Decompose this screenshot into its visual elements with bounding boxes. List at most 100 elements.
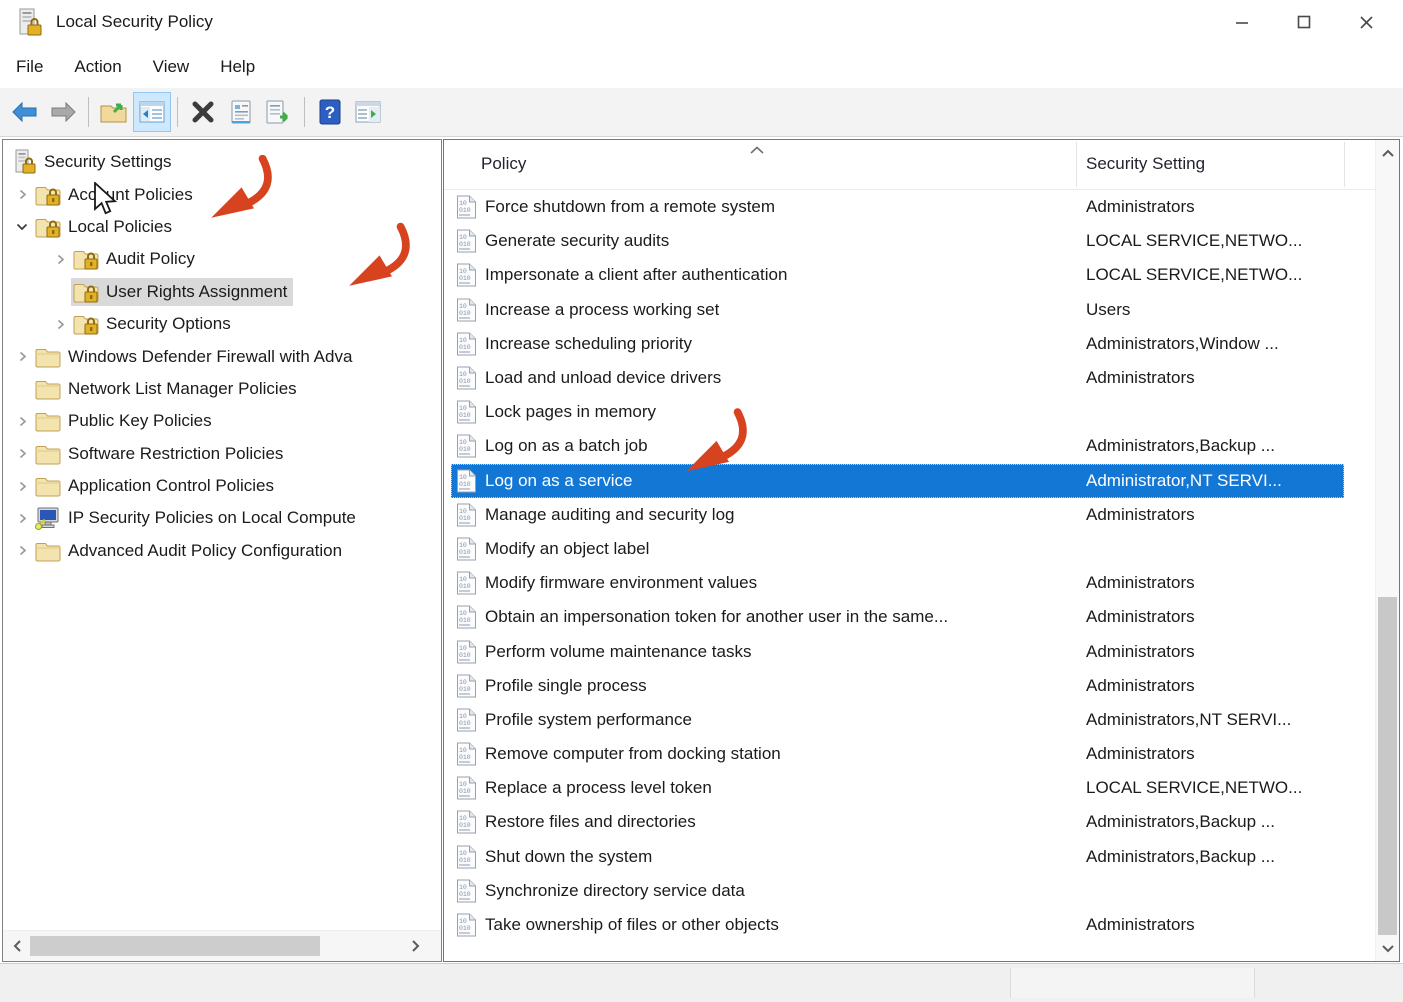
tree-item-ip-security-policies-on-local-compute[interactable]: IP Security Policies on Local Compute [3,502,441,534]
list-row-log-on-as-a-service[interactable]: 10 010 Log on as a service Administrator,NT… [451,463,1344,498]
show-console-tree-button[interactable] [133,92,171,132]
tree-item-network-list-manager-policies[interactable]: Network List Manager Policies [3,373,441,405]
console-body: Security Settings Account Policies Local P… [0,138,1403,963]
tree-item-public-key-policies[interactable]: Public Key Policies [3,405,441,437]
svg-text:010: 010 [459,720,471,727]
tree-item-security-options[interactable]: Security Options [3,308,441,340]
chevron-right-icon[interactable] [11,481,33,492]
list-row-synchronize-directory-service-data[interactable]: 10 010 Synchronize directory service data [451,874,1344,908]
list-row-lock-pages-in-memory[interactable]: 10 010 Lock pages in memory [451,395,1344,429]
tree-item-security-settings[interactable]: Security Settings [3,146,441,178]
policy-doc-icon: 10 010 [456,537,477,561]
svg-text:010: 010 [459,788,471,795]
list-row-impersonate-a-client-after-authenticatio[interactable]: 10 010 Impersonate a client after authenti… [451,258,1344,292]
toolbar: ? [0,88,1403,137]
scroll-right-icon[interactable] [403,931,427,961]
security-setting-value: LOCAL SERVICE,NETWO... [1086,778,1303,798]
list-row-modify-firmware-environment-values[interactable]: 10 010 Modify firmware environment values A… [451,566,1344,600]
column-divider[interactable] [1344,142,1345,187]
policy-name: Manage auditing and security log [485,504,735,524]
show-console-tree-icon [139,101,165,123]
tree-scrollbar-thumb[interactable] [30,936,320,956]
tree-item-label: Software Restriction Policies [68,443,284,463]
svg-text:10: 10 [459,200,467,207]
tree-item-application-control-policies[interactable]: Application Control Policies [3,470,441,502]
policy-doc-icon: 10 010 [456,776,477,800]
policy-name: Modify firmware environment values [485,573,758,593]
tree-item-label: Audit Policy [106,249,195,269]
export-list-button[interactable] [260,92,298,132]
folder-lock-icon [35,216,61,238]
list-row-modify-an-object-label[interactable]: 10 010 Modify an object label [451,532,1344,566]
window-title: Local Security Policy [56,12,213,31]
close-button[interactable] [1335,2,1397,42]
tree-item-advanced-audit-policy-configuration[interactable]: Advanced Audit Policy Configuration [3,535,441,567]
list-row-increase-scheduling-priority[interactable]: 10 010 Increase scheduling priority Adminis… [451,327,1344,361]
delete-button[interactable] [184,92,222,132]
chevron-right-icon[interactable] [49,319,71,330]
menu-action[interactable]: Action [74,53,121,81]
title-bar: Local Security Policy [0,0,1403,46]
svg-text:010: 010 [459,207,471,214]
policy-name: Perform volume maintenance tasks [485,641,752,661]
menu-file[interactable]: File [16,53,43,81]
show-action-pane-button[interactable] [349,92,387,132]
list-row-manage-auditing-and-security-log[interactable]: 10 010 Manage auditing and security log Adm… [451,498,1344,532]
status-cell-1 [1010,968,1255,998]
tree-horizontal-scrollbar[interactable] [3,930,441,961]
svg-text:10: 10 [459,303,467,310]
help-button[interactable]: ? [311,92,349,132]
tree-item-audit-policy[interactable]: Audit Policy [3,243,441,275]
up-one-level-button[interactable] [95,92,133,132]
list-scrollbar-thumb[interactable] [1378,597,1397,935]
list-vertical-scrollbar[interactable] [1375,140,1399,961]
list-row-log-on-as-a-batch-job[interactable]: 10 010 Log on as a batch job Administrators… [451,429,1344,463]
menu-help[interactable]: Help [220,53,255,81]
list-row-profile-single-process[interactable]: 10 010 Profile single process Administrator… [451,669,1344,703]
minimize-button[interactable] [1211,2,1273,42]
tree-item-software-restriction-policies[interactable]: Software Restriction Policies [3,438,441,470]
tree-item-label: Public Key Policies [68,411,212,431]
list-row-take-ownership-of-files-or-other-objects[interactable]: 10 010 Take ownership of files or other ob… [451,908,1344,942]
list-row-generate-security-audits[interactable]: 10 010 Generate security audits LOCAL SERVI… [451,224,1344,258]
scroll-left-icon[interactable] [5,931,29,961]
list-row-perform-volume-maintenance-tasks[interactable]: 10 010 Perform volume maintenance tasks Adm… [451,634,1344,668]
chevron-right-icon[interactable] [11,416,33,427]
chevron-right-icon[interactable] [11,545,33,556]
column-header-policy[interactable]: Policy [481,154,526,174]
scroll-down-icon[interactable] [1376,937,1399,959]
list-row-obtain-an-impersonation-token-for-anothe[interactable]: 10 010 Obtain an impersonation token for a… [451,600,1344,634]
scroll-up-icon[interactable] [1376,142,1399,164]
column-divider[interactable] [1076,142,1077,187]
forward-button[interactable] [44,92,82,132]
list-row-shut-down-the-system[interactable]: 10 010 Shut down the system Administrators,… [451,840,1344,874]
chevron-right-icon[interactable] [11,513,33,524]
list-row-restore-files-and-directories[interactable]: 10 010 Restore files and directories Admini… [451,805,1344,839]
list-row-increase-a-process-working-set[interactable]: 10 010 Increase a process working set Users [451,293,1344,327]
list-row-load-and-unload-device-drivers[interactable]: 10 010 Load and unload device drivers Admin… [451,361,1344,395]
maximize-button[interactable] [1273,2,1335,42]
chevron-right-icon[interactable] [11,448,33,459]
column-header-security-setting[interactable]: Security Setting [1086,154,1205,174]
policy-doc-icon: 10 010 [456,605,477,629]
tree-item-user-rights-assignment[interactable]: User Rights Assignment [3,276,441,308]
menu-view[interactable]: View [153,53,190,81]
tree-item-account-policies[interactable]: Account Policies [3,178,441,210]
back-button[interactable] [6,92,44,132]
tree-item-windows-defender-firewall-with-adva[interactable]: Windows Defender Firewall with Adva [3,340,441,372]
list-row-profile-system-performance[interactable]: 10 010 Profile system performance Administr… [451,703,1344,737]
properties-button[interactable] [222,92,260,132]
chevron-right-icon[interactable] [49,254,71,265]
svg-text:010: 010 [459,378,471,385]
folder-icon [35,410,61,432]
tree-item-local-policies[interactable]: Local Policies [3,211,441,243]
svg-text:10: 10 [459,371,467,378]
chevron-right-icon[interactable] [11,351,33,362]
list-row-remove-computer-from-docking-station[interactable]: 10 010 Remove computer from docking statio… [451,737,1344,771]
list-row-force-shutdown-from-a-remote-system[interactable]: 10 010 Force shutdown from a remote system… [451,190,1344,224]
chevron-down-icon[interactable] [11,221,33,232]
svg-text:10: 10 [459,815,467,822]
list-row-replace-a-process-level-token[interactable]: 10 010 Replace a process level token LOCAL … [451,771,1344,805]
chevron-right-icon[interactable] [11,189,33,200]
policy-doc-icon: 10 010 [456,332,477,356]
